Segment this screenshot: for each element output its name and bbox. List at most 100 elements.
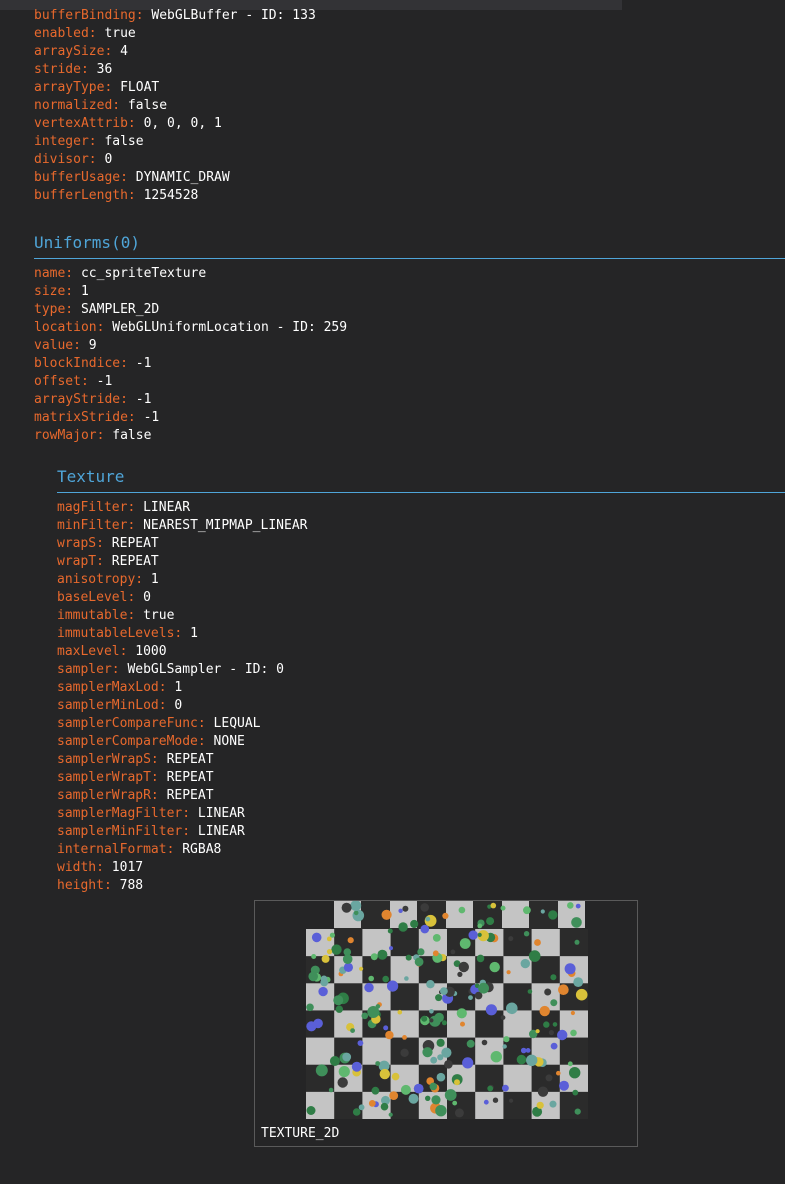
property-row: samplerMinFilter: LINEAR <box>57 823 245 841</box>
property-row: samplerWrapR: REPEAT <box>57 787 214 805</box>
property-key: immutable: <box>57 608 136 623</box>
property-value: -1 <box>135 392 152 407</box>
property-key: normalized: <box>34 98 121 113</box>
property-row: baseLevel: 0 <box>57 589 151 607</box>
property-row: stride: 36 <box>34 61 112 79</box>
property-key: sampler: <box>57 662 120 677</box>
property-row: offset: -1 <box>34 373 112 391</box>
property-key: bufferLength: <box>34 188 136 203</box>
property-value: DYNAMIC_DRAW <box>135 170 230 185</box>
property-row: arrayType: FLOAT <box>34 79 159 97</box>
property-value: NEAREST_MIPMAP_LINEAR <box>143 518 308 533</box>
property-row: bufferUsage: DYNAMIC_DRAW <box>34 169 230 187</box>
property-row: immutableLevels: 1 <box>57 625 198 643</box>
property-row: normalized: false <box>34 97 167 115</box>
property-row: internalFormat: RGBA8 <box>57 841 221 859</box>
property-value: RGBA8 <box>182 842 222 857</box>
property-key: bufferUsage: <box>34 170 128 185</box>
property-value: 1 <box>150 572 159 587</box>
property-value: 1 <box>174 680 183 695</box>
property-value: false <box>127 98 168 113</box>
property-value: 36 <box>96 62 113 77</box>
property-key: vertexAttrib: <box>34 116 136 131</box>
texture-preview-image[interactable] <box>306 901 588 1119</box>
property-value: 788 <box>119 878 144 893</box>
property-row: type: SAMPLER_2D <box>34 301 159 319</box>
property-value: 0, 0, 0, 1 <box>143 116 222 131</box>
property-value: FLOAT <box>120 80 160 95</box>
property-key: wrapT: <box>57 554 104 569</box>
property-row: name: cc_spriteTexture <box>34 265 206 283</box>
property-value: REPEAT <box>166 788 214 803</box>
property-row: integer: false <box>34 133 144 151</box>
property-row: divisor: 0 <box>34 151 112 169</box>
property-value: false <box>112 428 152 443</box>
property-key: arraySize: <box>34 44 113 59</box>
property-key: blockIndice: <box>34 356 128 371</box>
property-key: samplerCompareMode: <box>57 734 206 749</box>
property-key: samplerMinFilter: <box>57 824 191 839</box>
property-value: -1 <box>96 374 113 389</box>
property-key: location: <box>34 320 105 335</box>
property-row: samplerMinLod: 0 <box>57 697 182 715</box>
property-value: 0 <box>143 590 151 605</box>
property-key: samplerCompareFunc: <box>57 716 206 731</box>
property-row: size: 1 <box>34 283 89 301</box>
property-value: REPEAT <box>111 554 159 569</box>
texture-section-title[interactable]: Texture <box>57 467 124 487</box>
property-key: samplerWrapR: <box>57 788 159 803</box>
property-row: magFilter: LINEAR <box>57 499 190 517</box>
property-key: integer: <box>34 134 97 149</box>
property-row: matrixStride: -1 <box>34 409 159 427</box>
property-key: anisotropy: <box>57 572 144 587</box>
property-row: value: 9 <box>34 337 97 355</box>
property-key: samplerWrapS: <box>57 752 159 767</box>
property-row: bufferLength: 1254528 <box>34 187 198 205</box>
property-key: divisor: <box>34 152 97 167</box>
property-key: height: <box>57 878 112 893</box>
property-key: arrayStride: <box>34 392 128 407</box>
property-key: baseLevel: <box>57 590 136 605</box>
property-key: internalFormat: <box>57 842 175 857</box>
property-row: samplerCompareMode: NONE <box>57 733 245 751</box>
property-row: samplerWrapS: REPEAT <box>57 751 214 769</box>
property-row: sampler: WebGLSampler - ID: 0 <box>57 661 284 679</box>
property-value: 1 <box>190 626 198 641</box>
property-value: 0 <box>104 152 113 167</box>
property-value: 0 <box>174 698 183 713</box>
property-row: maxLevel: 1000 <box>57 643 167 661</box>
property-key: offset: <box>34 374 89 389</box>
property-value: LINEAR <box>143 500 191 515</box>
property-key: magFilter: <box>57 500 136 515</box>
uniforms-section-title[interactable]: Uniforms(0) <box>34 233 140 253</box>
property-value: 9 <box>88 338 97 353</box>
property-value: WebGLSampler - ID: 0 <box>127 662 284 677</box>
property-row: rowMajor: false <box>34 427 151 445</box>
property-row: samplerWrapT: REPEAT <box>57 769 214 787</box>
property-key: enabled: <box>34 26 97 41</box>
property-row: height: 788 <box>57 877 143 895</box>
property-row: anisotropy: 1 <box>57 571 159 589</box>
property-key: wrapS: <box>57 536 104 551</box>
property-key: type: <box>34 302 74 317</box>
property-value: -1 <box>143 410 160 425</box>
texture-section-divider <box>57 492 785 493</box>
property-row: width: 1017 <box>57 859 143 877</box>
property-row: minFilter: NEAREST_MIPMAP_LINEAR <box>57 517 307 535</box>
property-value: LINEAR <box>197 824 245 839</box>
property-row: location: WebGLUniformLocation - ID: 259 <box>34 319 347 337</box>
property-key: matrixStride: <box>34 410 136 425</box>
property-row: immutable: true <box>57 607 174 625</box>
property-value: false <box>104 134 144 149</box>
property-row: bufferBinding: WebGLBuffer - ID: 133 <box>34 7 316 25</box>
property-value: WebGLUniformLocation - ID: 259 <box>112 320 348 335</box>
property-value: true <box>104 26 136 41</box>
property-value: LINEAR <box>197 806 245 821</box>
property-value: 1017 <box>111 860 144 875</box>
property-row: samplerMagFilter: LINEAR <box>57 805 245 823</box>
property-key: maxLevel: <box>57 644 128 659</box>
property-key: bufferBinding: <box>34 8 144 23</box>
property-value: true <box>143 608 175 623</box>
property-key: samplerWrapT: <box>57 770 159 785</box>
property-row: samplerCompareFunc: LEQUAL <box>57 715 261 733</box>
